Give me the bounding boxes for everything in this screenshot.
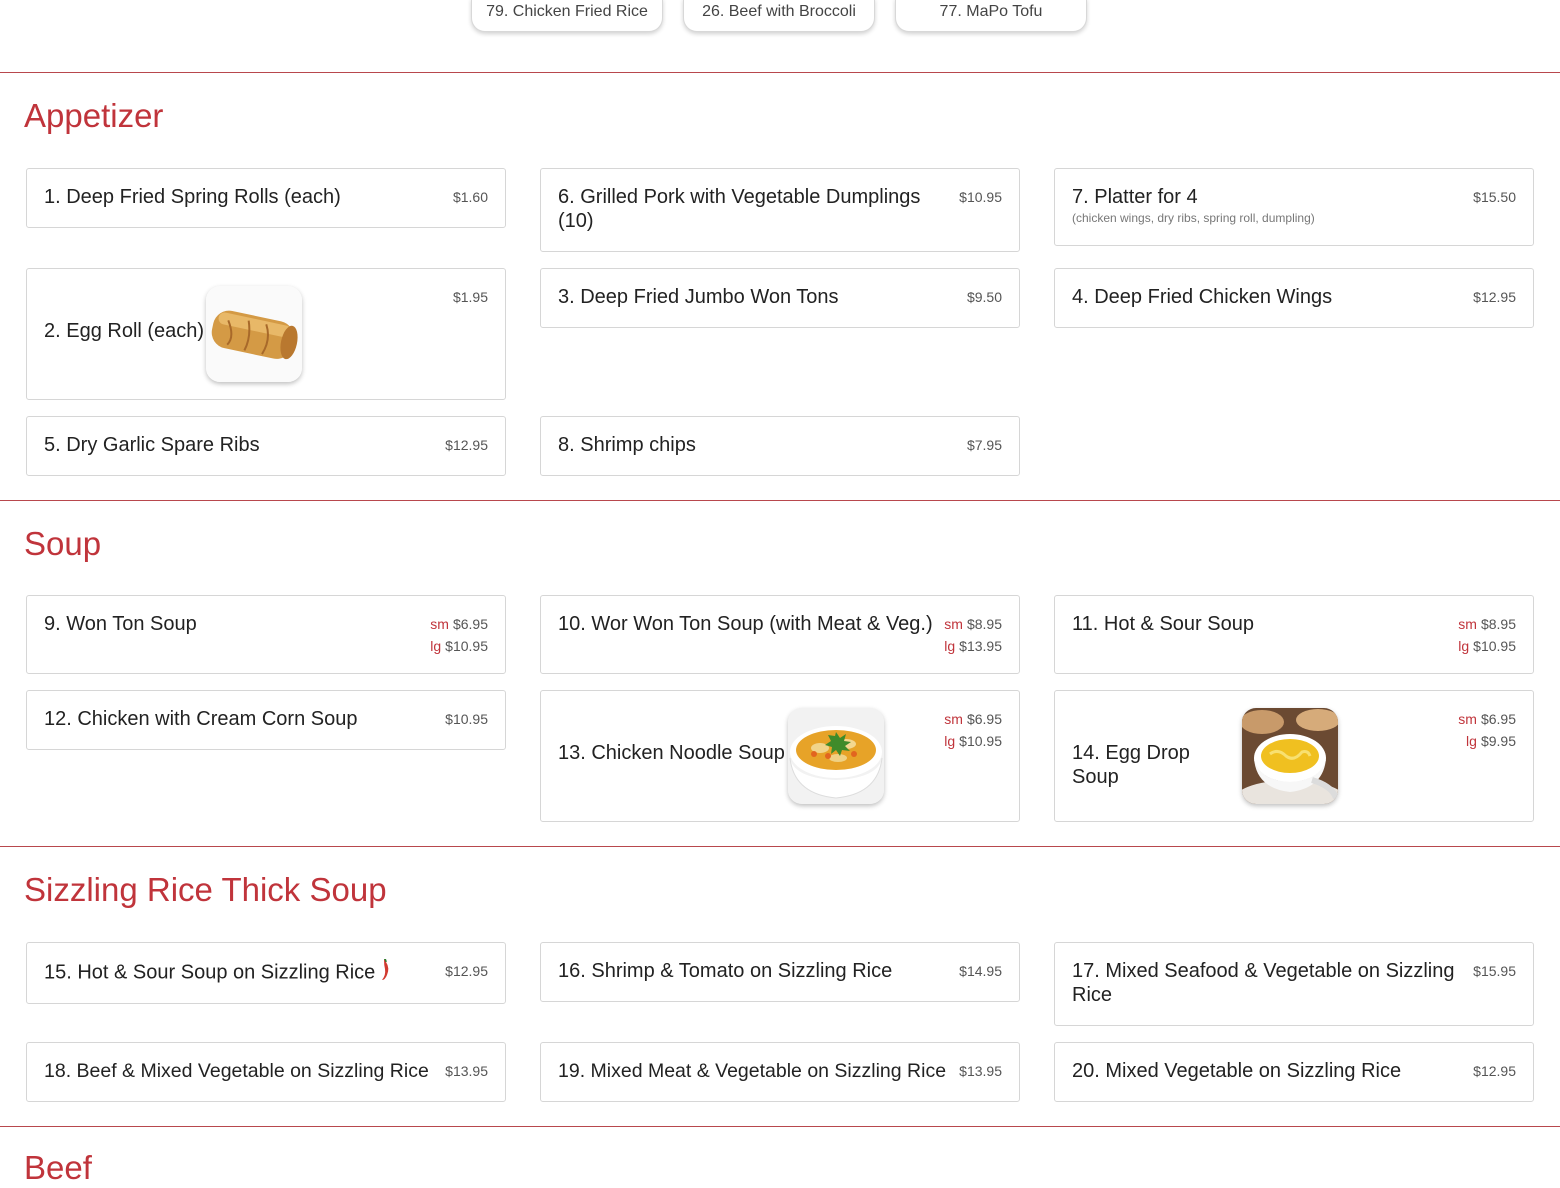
item-price: $13.95: [445, 1063, 488, 1079]
chili-pepper-icon: [381, 958, 391, 987]
size-small-label: sm: [944, 711, 963, 727]
price-small: $6.95: [1480, 711, 1516, 727]
item-price-sizes: sm $8.95 lg $13.95: [944, 613, 1002, 657]
item-name-text: 15. Hot & Sour Soup on Sizzling Rice: [44, 961, 376, 984]
item-name: 11. Hot & Sour Soup: [1072, 613, 1254, 635]
menu-item-card[interactable]: 2. Egg Roll (each) $1.95: [26, 268, 506, 400]
item-price: $1.60: [452, 189, 488, 205]
section-title-soup: Soup: [24, 525, 102, 562]
item-name: 3. Deep Fried Jumbo Won Tons: [558, 286, 839, 308]
menu-item-card[interactable]: 11. Hot & Sour Soup sm $8.95 lg $10.95: [1054, 595, 1534, 674]
price-large: $10.95: [959, 733, 1002, 749]
item-price: $7.95: [966, 437, 1002, 453]
menu-item-card[interactable]: 9. Won Ton Soup sm $6.95 lg $10.95: [26, 595, 506, 674]
section-title-beef: Beef: [24, 1149, 92, 1186]
menu-item-card[interactable]: 1. Deep Fried Spring Rolls (each) $1.60: [26, 168, 506, 228]
menu-item-card[interactable]: 7. Platter for 4 (chicken wings, dry rib…: [1054, 168, 1534, 246]
item-name: 7. Platter for 4: [1072, 186, 1198, 208]
menu-item-card[interactable]: 20. Mixed Vegetable on Sizzling Rice $12…: [1054, 1042, 1534, 1102]
item-price-sizes: sm $8.95 lg $10.95: [1458, 613, 1516, 657]
item-name: 12. Chicken with Cream Corn Soup: [44, 708, 358, 730]
menu-item-card[interactable]: 6. Grilled Pork with Vegetable Dumplings…: [540, 168, 1020, 252]
item-name: 20. Mixed Vegetable on Sizzling Rice: [1072, 1060, 1402, 1082]
item-price: $9.50: [966, 289, 1002, 305]
item-price: $10.95: [445, 711, 488, 727]
item-name: 14. Egg Drop Soup: [1072, 742, 1190, 788]
size-large-label: lg: [430, 638, 442, 654]
price-small: $6.95: [452, 616, 488, 632]
size-large-label: lg: [944, 638, 956, 654]
item-name: 6. Grilled Pork with Vegetable Dumplings…: [558, 186, 921, 232]
item-price: $14.95: [959, 963, 1002, 979]
menu-item-card[interactable]: 3. Deep Fried Jumbo Won Tons $9.50: [540, 268, 1020, 328]
menu-item-card[interactable]: 17. Mixed Seafood & Vegetable on Sizzlin…: [1054, 942, 1534, 1026]
menu-item-card[interactable]: 18. Beef & Mixed Vegetable on Sizzling R…: [26, 1042, 506, 1102]
size-large-label: lg: [944, 733, 956, 749]
size-small-label: sm: [1458, 616, 1477, 632]
section-divider: [0, 500, 1560, 501]
section-divider: [0, 1126, 1560, 1127]
item-name: 4. Deep Fried Chicken Wings: [1072, 286, 1333, 308]
price-small: $6.95: [966, 711, 1002, 727]
menu-item-card[interactable]: 13. Chicken Noodle Soup sm $6.95 lg $10.95: [540, 690, 1020, 822]
item-price: $10.95: [959, 189, 1002, 205]
menu-item-card[interactable]: 15. Hot & Sour Soup on Sizzling Rice $12…: [26, 942, 506, 1004]
item-price-sizes: sm $6.95 lg $9.95: [1458, 708, 1516, 752]
size-small-label: sm: [1458, 711, 1477, 727]
item-price: $12.95: [445, 963, 488, 979]
section-title-appetizer: Appetizer: [24, 97, 164, 134]
item-name: 10. Wor Won Ton Soup (with Meat & Veg.): [558, 613, 933, 635]
menu-item-card[interactable]: 12. Chicken with Cream Corn Soup $10.95: [26, 690, 506, 750]
menu-item-card[interactable]: 16. Shrimp & Tomato on Sizzling Rice $14…: [540, 942, 1020, 1002]
shortcut-beef-with-broccoli[interactable]: 26. Beef with Broccoli: [683, 0, 875, 32]
price-large: $13.95: [959, 638, 1002, 654]
menu-item-card[interactable]: 5. Dry Garlic Spare Ribs $12.95: [26, 416, 506, 476]
size-small-label: sm: [944, 616, 963, 632]
item-name: 5. Dry Garlic Spare Ribs: [44, 434, 260, 456]
item-name: 8. Shrimp chips: [558, 434, 696, 456]
egg-roll-photo: [206, 286, 302, 382]
item-price-sizes: sm $6.95 lg $10.95: [430, 613, 488, 657]
price-large: $9.95: [1480, 733, 1516, 749]
item-name: 1. Deep Fried Spring Rolls (each): [44, 186, 341, 208]
item-name: 19. Mixed Meat & Vegetable on Sizzling R…: [558, 1060, 947, 1082]
item-price: $1.95: [452, 289, 488, 305]
item-price-sizes: sm $6.95 lg $10.95: [944, 708, 1002, 752]
size-small-label: sm: [430, 616, 449, 632]
item-name: 9. Won Ton Soup: [44, 613, 197, 635]
menu-item-card[interactable]: 19. Mixed Meat & Vegetable on Sizzling R…: [540, 1042, 1020, 1102]
menu-item-card[interactable]: 4. Deep Fried Chicken Wings $12.95: [1054, 268, 1534, 328]
size-large-label: lg: [1458, 638, 1470, 654]
chicken-noodle-soup-photo: [788, 708, 884, 804]
egg-drop-soup-photo: [1242, 708, 1338, 804]
price-large: $10.95: [1473, 638, 1516, 654]
shortcut-mapo-tofu[interactable]: 77. MaPo Tofu: [895, 0, 1087, 32]
item-name: 18. Beef & Mixed Vegetable on Sizzling R…: [44, 1060, 429, 1082]
item-description: (chicken wings, dry ribs, spring roll, d…: [1072, 211, 1315, 225]
section-divider: [0, 846, 1560, 847]
item-name: 17. Mixed Seafood & Vegetable on Sizzlin…: [1072, 960, 1455, 1006]
item-name: 2. Egg Roll (each): [44, 320, 205, 342]
price-large: $10.95: [445, 638, 488, 654]
size-large-label: lg: [1466, 733, 1477, 749]
item-name: 13. Chicken Noodle Soup: [558, 742, 785, 764]
category-shortcuts: 79. Chicken Fried Rice 26. Beef with Bro…: [0, 0, 1560, 34]
price-small: $8.95: [1480, 616, 1516, 632]
item-price: $12.95: [1473, 289, 1516, 305]
menu-item-card[interactable]: 10. Wor Won Ton Soup (with Meat & Veg.) …: [540, 595, 1020, 674]
item-price: $13.95: [959, 1063, 1002, 1079]
item-price: $12.95: [445, 437, 488, 453]
section-divider: [0, 72, 1560, 73]
menu-item-card[interactable]: 14. Egg Drop Soup sm $6.95 lg $9.95: [1054, 690, 1534, 822]
section-title-sizzling-rice: Sizzling Rice Thick Soup: [24, 871, 387, 908]
shortcut-chicken-fried-rice[interactable]: 79. Chicken Fried Rice: [471, 0, 663, 32]
item-price: $15.95: [1473, 963, 1516, 979]
item-price: $12.95: [1473, 1063, 1516, 1079]
item-price: $15.50: [1473, 189, 1516, 205]
price-small: $8.95: [966, 616, 1002, 632]
item-name: 15. Hot & Sour Soup on Sizzling Rice: [44, 958, 429, 987]
menu-item-card[interactable]: 8. Shrimp chips $7.95: [540, 416, 1020, 476]
item-name: 16. Shrimp & Tomato on Sizzling Rice: [558, 960, 893, 982]
